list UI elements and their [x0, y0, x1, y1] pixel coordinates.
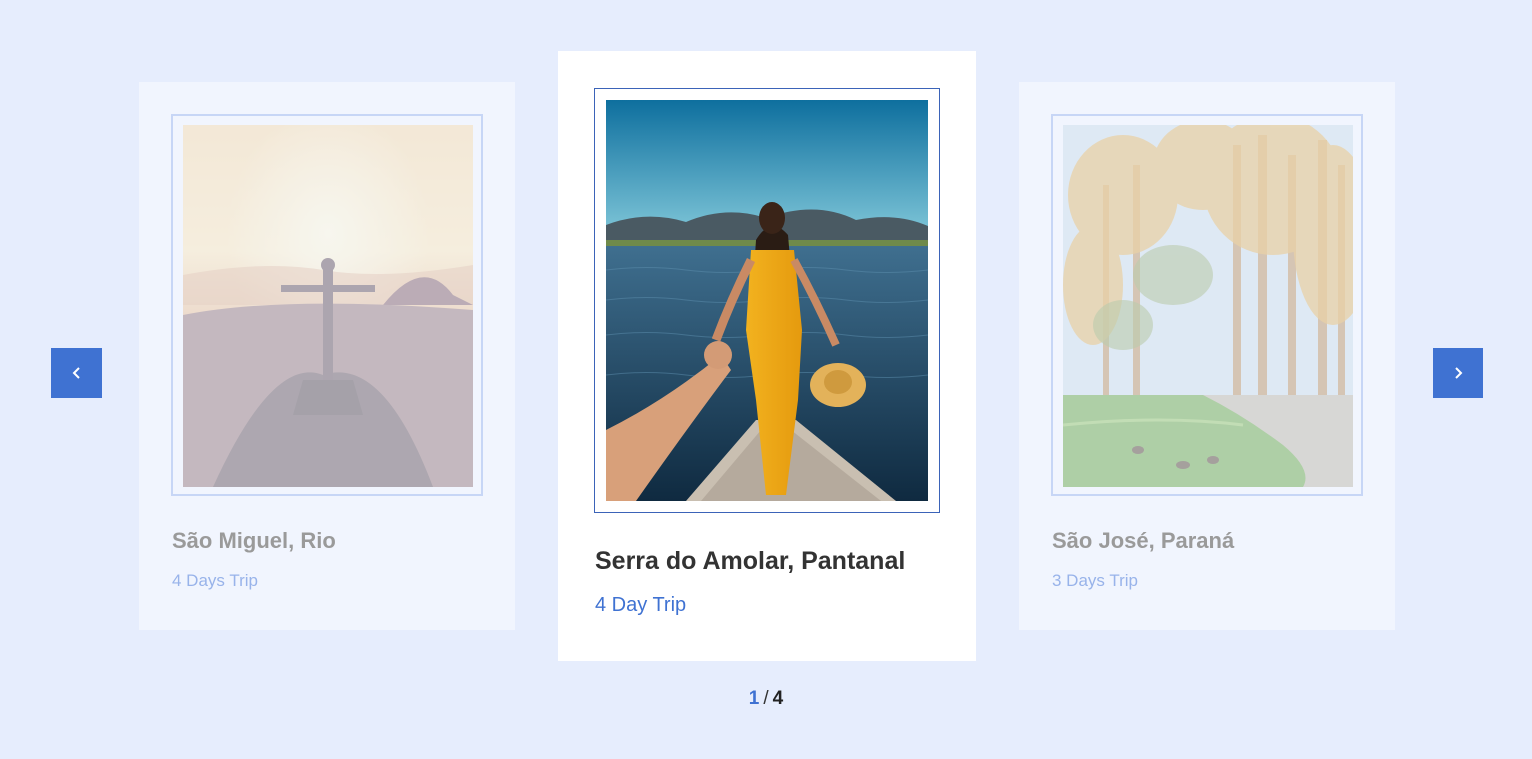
slide-subtitle: 4 Days Trip	[172, 571, 258, 590]
slide-pager: 1/4	[0, 688, 1532, 710]
slide-title: Serra do Amolar, Pantanal	[595, 547, 906, 575]
slide-card-serra-do-amolar[interactable]: Serra do Amolar, Pantanal 4 Day Trip	[558, 51, 976, 661]
slide-title: São José, Paraná	[1052, 528, 1235, 553]
slide-card-sao-jose[interactable]: São José, Paraná 3 Days Trip	[1019, 82, 1395, 630]
current-slide-number: 1	[748, 688, 760, 709]
photo-frame	[1051, 114, 1363, 496]
christ-the-redeemer-photo	[183, 125, 473, 487]
slide-title: São Miguel, Rio	[172, 528, 336, 553]
chevron-right-icon	[1451, 366, 1465, 380]
next-slide-button[interactable]	[1433, 348, 1483, 398]
park-trees-photo	[1063, 125, 1353, 487]
photo-frame	[594, 88, 940, 513]
carousel: São Miguel, Rio 4 Days Trip Serra do Amo…	[0, 0, 1532, 759]
pager-separator: /	[763, 688, 769, 709]
photo-frame	[171, 114, 483, 496]
slide-subtitle: 3 Days Trip	[1052, 571, 1138, 590]
previous-slide-button[interactable]	[51, 348, 102, 398]
total-slides-number: 4	[772, 688, 784, 709]
chevron-left-icon	[70, 366, 84, 380]
slide-subtitle: 4 Day Trip	[595, 594, 687, 616]
woman-on-boat-photo	[606, 100, 928, 501]
slide-card-sao-miguel[interactable]: São Miguel, Rio 4 Days Trip	[139, 82, 515, 630]
